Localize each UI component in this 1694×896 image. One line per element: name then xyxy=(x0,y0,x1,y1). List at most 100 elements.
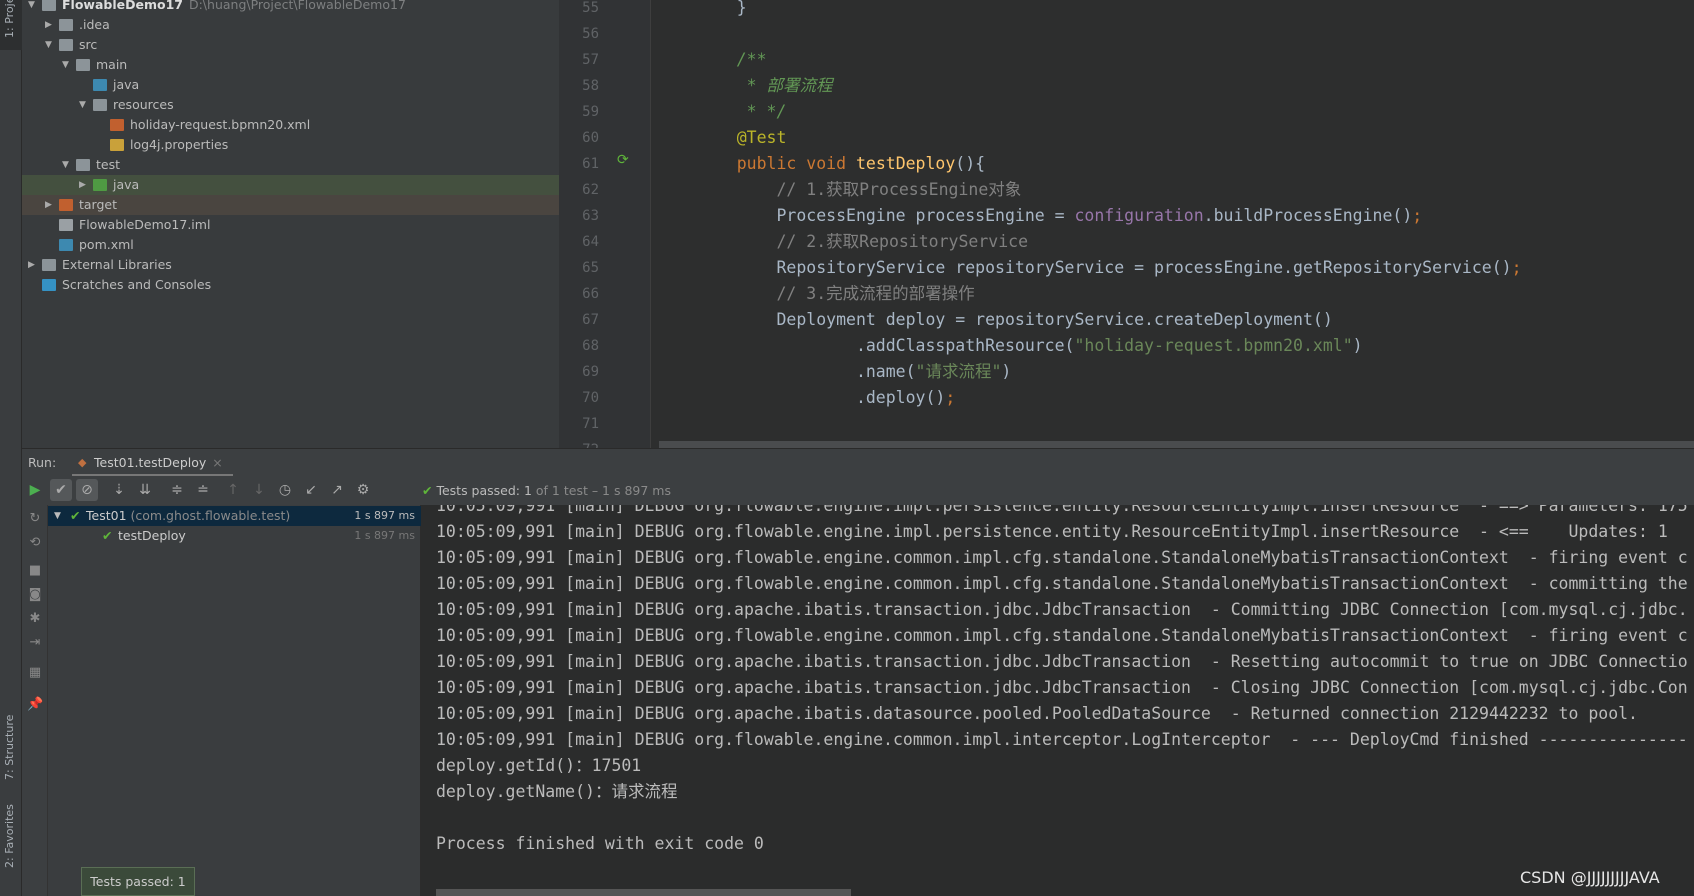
folder-icon xyxy=(59,39,73,51)
tree-item[interactable]: ▼ resources xyxy=(22,95,559,115)
rerun-failed-icon[interactable]: ↻ xyxy=(27,511,43,527)
code-token: (){ xyxy=(955,154,986,173)
code-token: public void xyxy=(697,154,856,173)
code-line: // 2.获取RepositoryService xyxy=(697,229,1028,255)
history-icon[interactable]: ◷ xyxy=(274,479,296,501)
code-line: Deployment deploy = repositoryService.cr… xyxy=(697,307,1332,333)
tree-item[interactable]: FlowableDemo17.iml xyxy=(22,215,559,235)
settings-gear-icon[interactable]: ⚙ xyxy=(352,479,374,501)
folder-icon xyxy=(76,159,90,171)
tree-item[interactable]: holiday-request.bpmn20.xml xyxy=(22,115,559,135)
expanded-arrow-icon[interactable]: ▼ xyxy=(79,95,86,115)
debug-icon[interactable]: ✱ xyxy=(27,611,43,627)
code-token: * */ xyxy=(697,102,787,121)
export-tests-icon[interactable]: ↗ xyxy=(326,479,348,501)
code-token: // 2.获取RepositoryService xyxy=(697,232,1029,251)
code-line: * 部署流程 xyxy=(697,73,833,99)
layout-icon[interactable]: ▦ xyxy=(27,665,43,681)
iml-file-icon xyxy=(59,219,73,231)
code-line: public void testDeploy(){ xyxy=(697,151,985,177)
sort-alphabetically-icon[interactable]: ⇣ xyxy=(108,479,130,501)
code-token: RepositoryService repositoryService = pr… xyxy=(697,258,1512,277)
tree-item[interactable]: ▶ java xyxy=(22,175,559,195)
expanded-arrow-icon[interactable]: ▼ xyxy=(62,155,69,175)
show-ignored-icon[interactable]: ⊘ xyxy=(76,479,98,501)
tree-item-label: java xyxy=(113,175,139,195)
status-passed: Tests passed: 1 xyxy=(436,483,532,498)
line-number: 56 xyxy=(582,26,599,42)
run-tab-test01-testdeploy[interactable]: ◆ Test01.testDeploy × xyxy=(72,449,233,477)
tree-item-label: pom.xml xyxy=(79,235,134,255)
pin-icon[interactable]: 📌 xyxy=(27,697,43,713)
code-line: ProcessEngine processEngine = configurat… xyxy=(697,203,1422,229)
code-line: RepositoryService repositoryService = pr… xyxy=(697,255,1521,281)
project-tab-label: 1: Project xyxy=(3,0,16,38)
source-folder-icon xyxy=(93,79,107,91)
tree-item[interactable]: log4j.properties xyxy=(22,135,559,155)
tree-item[interactable]: java xyxy=(22,75,559,95)
code-line: } xyxy=(697,0,747,21)
test-node[interactable]: ✔ testDeploy 1 s 897 ms xyxy=(48,526,421,546)
favorites-tab[interactable]: 2: Favorites xyxy=(3,804,16,868)
import-tests-icon[interactable]: ↙ xyxy=(300,479,322,501)
code-line: // 3.完成流程的部署操作 xyxy=(697,281,974,307)
label-text: pom.xml xyxy=(79,237,134,252)
structure-tab[interactable]: 7: Structure xyxy=(3,715,16,780)
sort-by-duration-icon[interactable]: ⇊ xyxy=(134,479,156,501)
console-line: 10:05:09,991 [main] DEBUG org.flowable.e… xyxy=(436,574,1688,593)
run-test-gutter-icon[interactable]: ⟳ xyxy=(617,152,629,168)
expand-all-icon[interactable]: ≑ xyxy=(166,479,188,501)
code-token: @Test xyxy=(697,128,787,147)
console-horizontal-scrollbar[interactable] xyxy=(436,889,851,896)
rerun-icon[interactable]: ▶ xyxy=(24,479,46,501)
code-editor[interactable]: 555657585960616263646566676869707172⟳ } … xyxy=(559,0,1694,448)
tree-item[interactable]: ▶ External Libraries xyxy=(22,255,559,275)
tests-passed-notification[interactable]: Tests passed: 1 xyxy=(81,867,195,896)
next-failed-icon[interactable]: ↓ xyxy=(248,479,270,501)
show-passed-icon[interactable]: ✔ xyxy=(50,479,72,501)
tree-item[interactable]: pom.xml xyxy=(22,235,559,255)
test-name-text: testDeploy xyxy=(118,528,186,543)
close-icon[interactable]: × xyxy=(212,455,222,470)
run-tab-label: Test01.testDeploy xyxy=(94,455,207,470)
expanded-arrow-icon[interactable]: ▼ xyxy=(45,35,52,55)
collapsed-arrow-icon[interactable]: ▶ xyxy=(79,175,86,195)
test-name: testDeploy xyxy=(118,526,186,546)
test-node[interactable]: ▼ ✔ Test01 (com.ghost.flowable.test) 1 s 89… xyxy=(48,506,421,526)
console-line: 10:05:09,991 [main] DEBUG org.apache.iba… xyxy=(436,678,1688,697)
tree-item[interactable]: Scratches and Consoles xyxy=(22,275,559,295)
previous-failed-icon[interactable]: ↑ xyxy=(222,479,244,501)
tree-item[interactable]: ▶ target xyxy=(22,195,559,215)
scratches-icon xyxy=(42,279,56,291)
tree-item[interactable]: ▶ .idea xyxy=(22,15,559,35)
collapsed-arrow-icon[interactable]: ▶ xyxy=(45,15,52,35)
check-icon: ✔ xyxy=(70,508,81,523)
editor-horizontal-scrollbar[interactable] xyxy=(659,441,1694,448)
expanded-arrow-icon[interactable]: ▼ xyxy=(28,0,35,15)
label-text: Scratches and Consoles xyxy=(62,277,212,292)
tree-item[interactable]: ▼ main xyxy=(22,55,559,75)
libraries-icon xyxy=(42,259,56,271)
label-text: FlowableDemo17 xyxy=(62,0,183,12)
tree-item[interactable]: ▼ test xyxy=(22,155,559,175)
test-status: ✔ Tests passed: 1 of 1 test – 1 s 897 ms xyxy=(422,483,671,498)
camera-icon[interactable]: ◙ xyxy=(27,587,43,603)
code-token: ProcessEngine processEngine = xyxy=(697,206,1075,225)
expanded-arrow-icon[interactable]: ▼ xyxy=(62,55,69,75)
collapse-all-icon[interactable]: ≐ xyxy=(192,479,214,501)
tree-item[interactable]: ▼ FlowableDemo17 D:\huang\Project\Flowable… xyxy=(22,0,559,15)
test-name-text: Test01 xyxy=(86,508,127,523)
project-tool-tab[interactable]: 1: Project xyxy=(0,0,22,50)
collapsed-arrow-icon[interactable]: ▶ xyxy=(45,195,52,215)
toggle-auto-test-icon[interactable]: ⟲ xyxy=(27,535,43,551)
tree-item-label: External Libraries xyxy=(62,255,172,275)
collapsed-arrow-icon[interactable]: ▶ xyxy=(28,255,35,275)
expanded-arrow-icon[interactable]: ▼ xyxy=(54,506,61,526)
tree-item[interactable]: ▼ src xyxy=(22,35,559,55)
stop-icon[interactable]: ■ xyxy=(27,563,43,579)
exit-icon[interactable]: ⇥ xyxy=(27,635,43,651)
console-output[interactable]: 10:05:09,991 [main] DEBUG org.flowable.e… xyxy=(421,505,1694,896)
tree-item-label: resources xyxy=(113,95,174,115)
label-text: test xyxy=(96,157,121,172)
resources-folder-icon xyxy=(93,99,107,111)
